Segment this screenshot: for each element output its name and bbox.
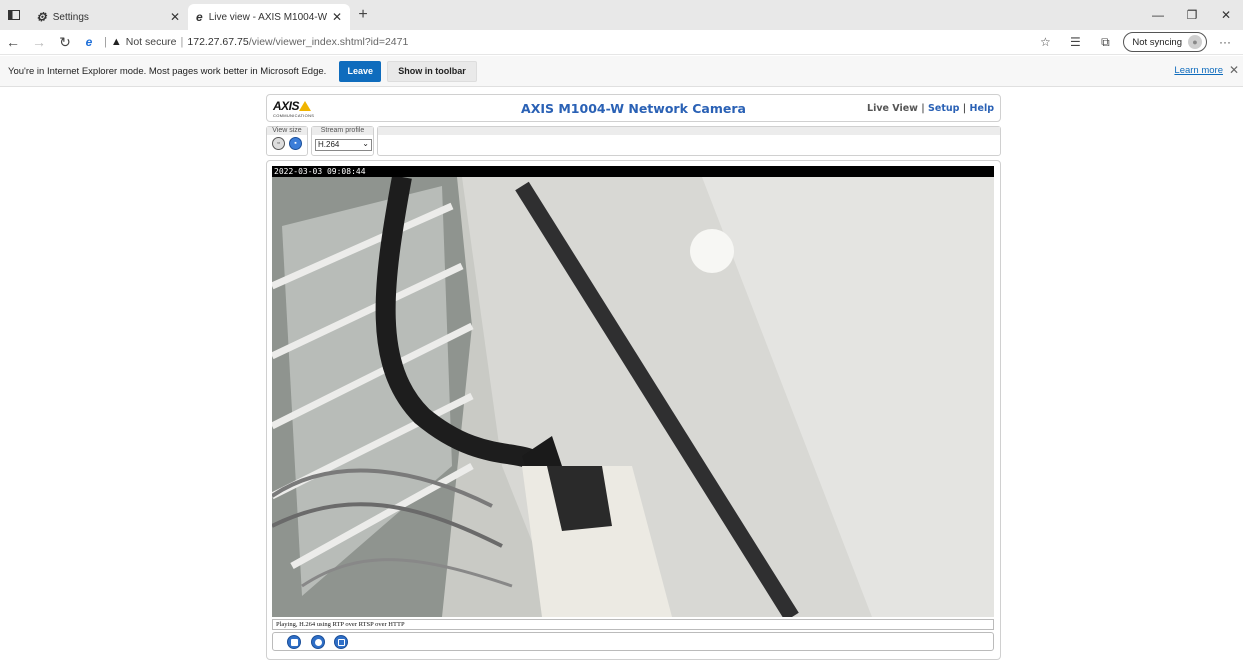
close-tab-icon[interactable]: ✕ — [170, 10, 180, 24]
url-path: /view/viewer_index.shtml?id=2471 — [248, 36, 409, 48]
favorite-star-icon[interactable]: ☆ — [1033, 35, 1057, 49]
nav-setup[interactable]: Setup — [928, 103, 959, 114]
stream-profile-select[interactable]: H.264 ⌄ — [315, 139, 372, 151]
tab-live-view[interactable]: e Live view - AXIS M1004-W Netw ✕ — [188, 4, 350, 30]
close-window-icon[interactable]: ✕ — [1209, 0, 1243, 30]
browser-tab-strip: ⚙ Settings ✕ e Live view - AXIS M1004-W … — [0, 0, 1243, 30]
avatar: ● — [1188, 35, 1202, 49]
nav-help[interactable]: Help — [970, 103, 994, 114]
nav-separator: | — [962, 103, 967, 114]
url-field[interactable]: 172.27.67.75/view/viewer_index.shtml?id=… — [187, 36, 408, 48]
back-icon[interactable]: ← — [0, 34, 26, 50]
forward-icon[interactable]: → — [26, 34, 52, 50]
warning-icon[interactable]: ▲ — [111, 36, 122, 48]
refresh-icon[interactable]: ↻ — [52, 34, 78, 51]
new-tab-button[interactable]: + — [350, 0, 376, 30]
profile-sync-button[interactable]: Not syncing ● — [1123, 32, 1207, 52]
tab-label: Live view - AXIS M1004-W Netw — [208, 11, 327, 23]
fullscreen-button[interactable] — [334, 635, 348, 649]
ie-mode-icon[interactable]: e — [78, 35, 100, 49]
url-host: 172.27.67.75 — [187, 36, 249, 48]
window-controls: — ❐ ✕ — [1141, 0, 1243, 30]
nav-separator: | — [921, 103, 925, 114]
timestamp-overlay: 2022-03-03 09:08:44 — [272, 166, 994, 177]
view-size-full-icon[interactable]: ▪ — [289, 137, 302, 150]
fullscreen-icon — [337, 638, 345, 646]
sync-label: Not syncing — [1132, 36, 1182, 48]
view-size-label: View size — [267, 127, 307, 135]
camera-icon — [314, 638, 322, 646]
top-nav: Live View | Setup | Help — [867, 103, 994, 114]
ie-mode-message: You're in Internet Explorer mode. Most p… — [8, 65, 327, 77]
view-size-small-icon[interactable]: ▫ — [272, 137, 285, 150]
live-video[interactable]: 2022-03-03 09:08:44 — [272, 166, 994, 617]
close-banner-icon[interactable]: ✕ — [1229, 63, 1239, 77]
stop-icon — [290, 638, 298, 646]
snapshot-button[interactable] — [311, 635, 325, 649]
gear-icon: ⚙ — [36, 10, 47, 24]
not-secure-label[interactable]: Not secure — [126, 36, 177, 48]
player-controls — [272, 632, 994, 651]
tab-settings[interactable]: ⚙ Settings ✕ — [28, 4, 188, 30]
stream-profile-panel: Stream profile H.264 ⌄ — [311, 126, 374, 156]
toolbar-right: ☆ ☰ ⧉ Not syncing ● ··· — [1033, 32, 1237, 52]
show-in-toolbar-button[interactable]: Show in toolbar — [387, 60, 477, 82]
minimize-icon[interactable]: — — [1141, 0, 1175, 30]
divider: | — [104, 36, 107, 48]
camera-image — [272, 166, 994, 617]
camera-header: AXIS COMMUNICATIONS AXIS M1004-W Network… — [266, 94, 1001, 122]
ie-mode-banner: You're in Internet Explorer mode. Most p… — [0, 56, 1243, 87]
stream-profile-label: Stream profile — [312, 127, 373, 135]
restore-icon[interactable]: ❐ — [1175, 0, 1209, 30]
status-bar: Playing, H.264 using RTP over RTSP over … — [272, 619, 994, 630]
leave-button[interactable]: Leave — [339, 60, 382, 82]
empty-control-panel — [377, 126, 1001, 156]
tab-label: Settings — [52, 11, 89, 23]
tab-actions-icon[interactable] — [0, 0, 28, 30]
ie-logo-icon: e — [196, 10, 203, 24]
nav-live-view[interactable]: Live View — [867, 103, 918, 114]
stop-button[interactable] — [287, 635, 301, 649]
collections-icon[interactable]: ⧉ — [1093, 35, 1117, 50]
address-bar: ← → ↻ e | ▲ Not secure | 172.27.67.75/vi… — [0, 30, 1243, 55]
view-size-panel: View size ▫ ▪ — [266, 126, 308, 156]
close-tab-icon[interactable]: ✕ — [332, 10, 342, 24]
chevron-down-icon: ⌄ — [362, 139, 369, 148]
favorites-icon[interactable]: ☰ — [1063, 35, 1087, 49]
panel-caption-bar — [378, 127, 1000, 135]
stream-profile-value: H.264 — [318, 140, 340, 149]
learn-more-link[interactable]: Learn more — [1174, 65, 1223, 76]
divider: | — [180, 36, 184, 48]
more-menu-icon[interactable]: ··· — [1213, 35, 1237, 49]
